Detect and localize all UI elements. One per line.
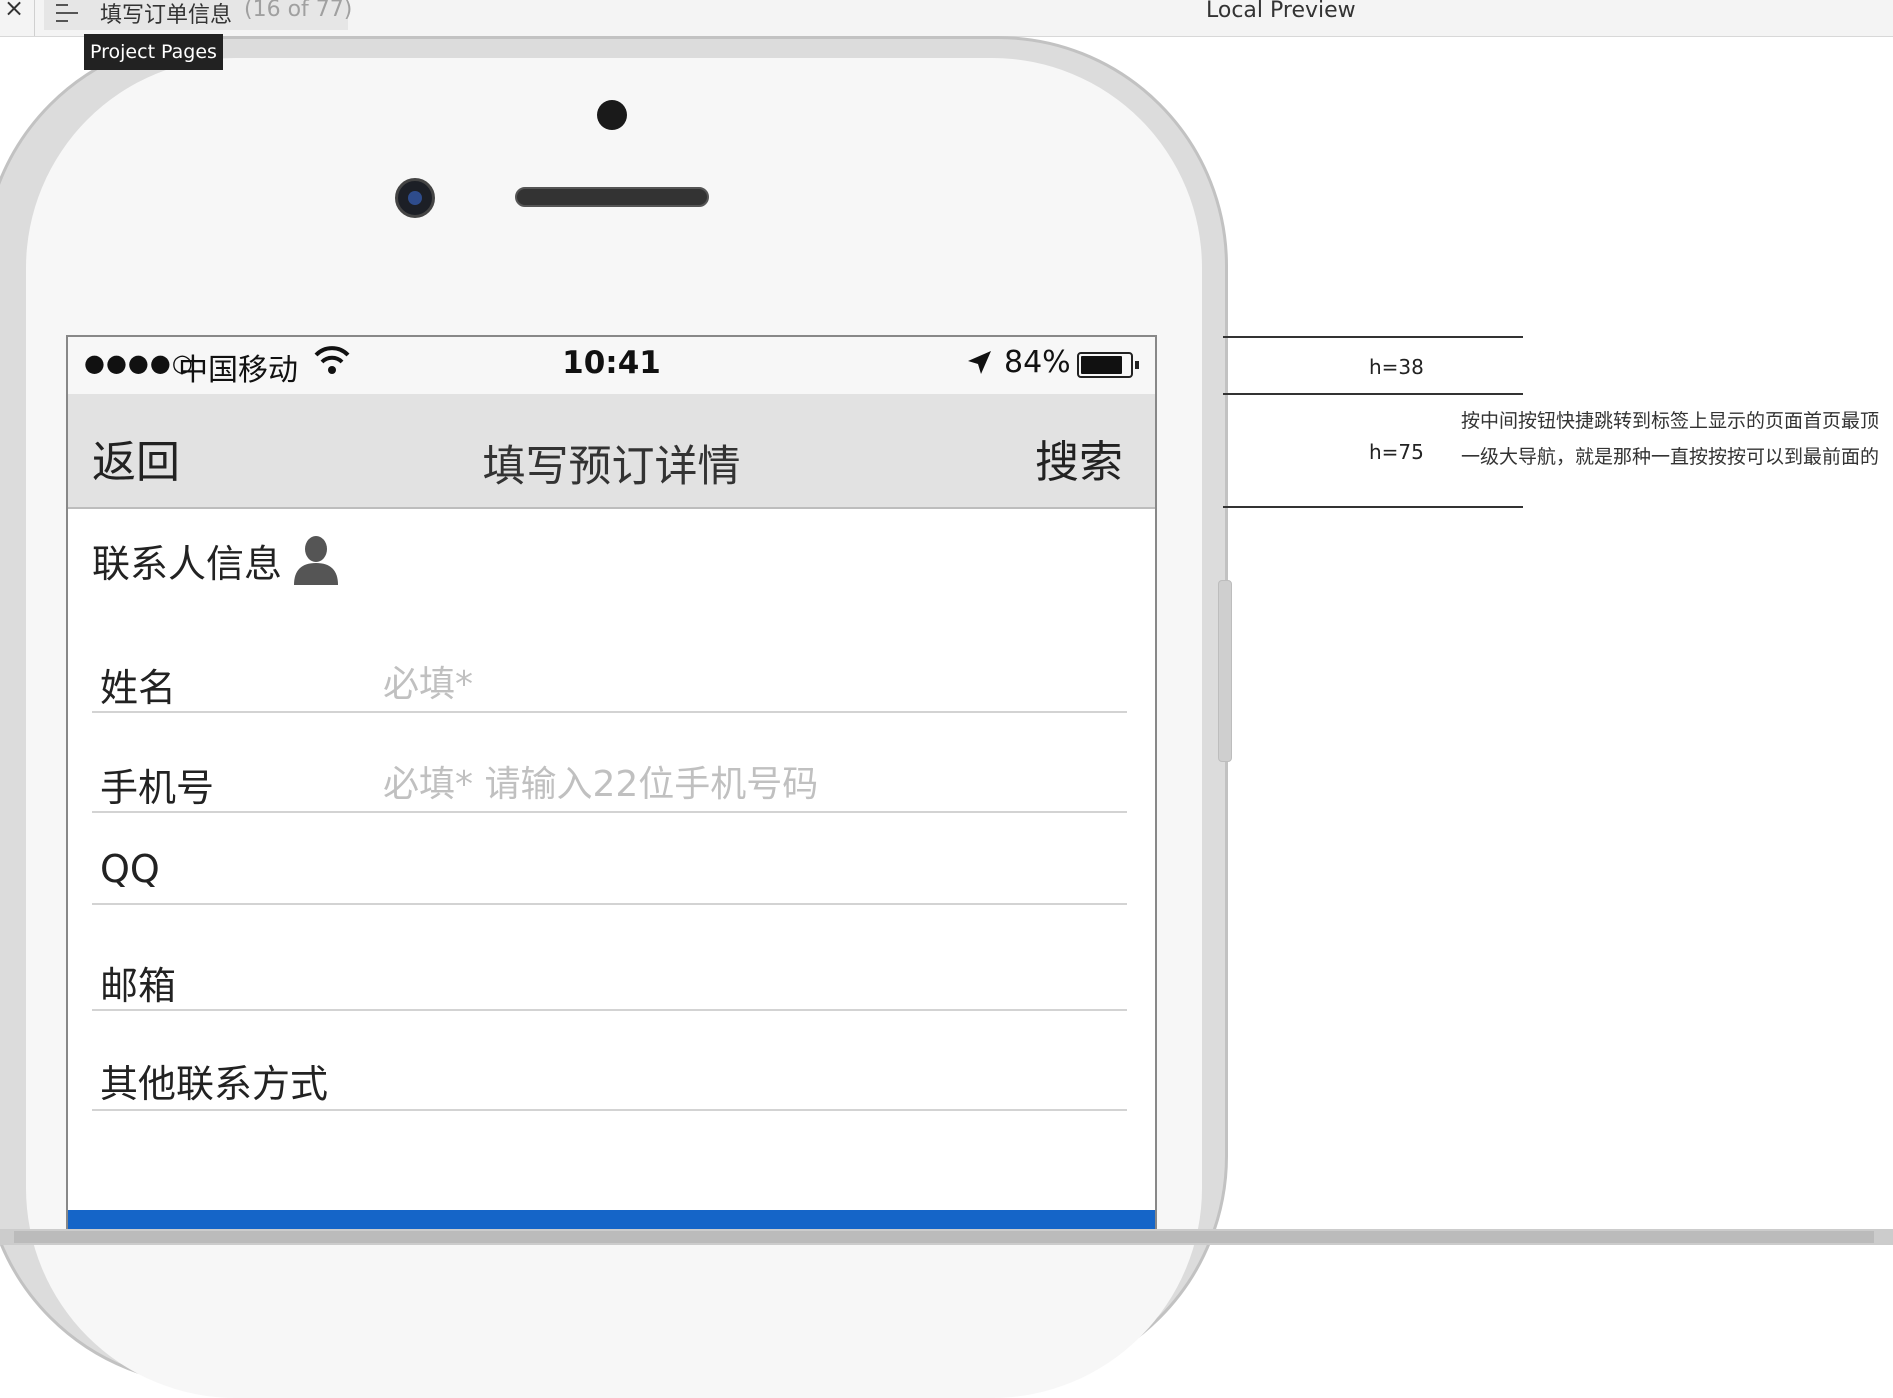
scrollbar-thumb[interactable]	[14, 1231, 1874, 1243]
person-icon[interactable]	[292, 533, 340, 585]
hamburger-icon[interactable]	[56, 4, 78, 28]
nav-bar: 返回 填写预订详情 搜索	[68, 394, 1155, 509]
field-label: QQ	[100, 847, 160, 891]
email-field[interactable]: 邮箱	[92, 937, 1127, 1011]
annotation-note: 一级大导航，就是那种一直按按按可以到最前面的	[1461, 446, 1880, 468]
name-field[interactable]: 姓名 必填*	[92, 635, 1127, 713]
phone-screen: ●●●●○ 中国移动 10:41 84% 返回 填写预订详情 搜索 联系人信息 …	[66, 335, 1157, 1245]
nav-height-label: h=75	[1369, 440, 1424, 464]
other-contact-field[interactable]: 其他联系方式	[92, 1037, 1127, 1111]
nav-title: 填写预订详情	[482, 442, 741, 492]
field-label: 姓名	[100, 666, 177, 710]
close-icon[interactable]: ×	[4, 0, 24, 20]
front-camera-icon	[395, 178, 435, 218]
window-title: Local Preview	[1206, 0, 1356, 23]
section-title: 联系人信息	[92, 542, 283, 586]
phone-speaker	[515, 187, 709, 207]
horizontal-scrollbar[interactable]	[0, 1229, 1893, 1245]
toolbar-divider	[34, 0, 35, 36]
battery-icon	[1077, 352, 1139, 378]
location-arrow-icon	[968, 351, 991, 374]
phone-field[interactable]: 手机号 必填* 请输入22位手机号码	[92, 735, 1127, 813]
preview-toolbar: × 填写订单信息 (16 of 77) Local Preview	[0, 0, 1893, 37]
field-label: 手机号	[100, 766, 215, 810]
field-label: 邮箱	[100, 964, 177, 1008]
annotation-line	[1223, 506, 1523, 508]
annotation-note: 按中间按钮快捷跳转到标签上显示的页面首页最顶	[1461, 410, 1880, 432]
field-placeholder[interactable]: 必填*	[383, 655, 473, 707]
annotation-line	[1223, 393, 1523, 395]
annotation-line	[1223, 336, 1523, 338]
page-title: 填写订单信息	[100, 3, 233, 28]
field-label: 其他联系方式	[100, 1062, 329, 1106]
field-placeholder[interactable]: 必填* 请输入22位手机号码	[383, 755, 818, 807]
project-pages-tooltip: Project Pages	[84, 34, 223, 70]
battery-percentage: 84%	[1004, 345, 1071, 380]
page-count: (16 of 77)	[244, 0, 353, 22]
phone-side-button	[1218, 580, 1232, 762]
status-bar: ●●●●○ 中国移动 10:41 84%	[68, 337, 1155, 394]
search-button[interactable]: 搜索	[1035, 426, 1123, 490]
qq-field[interactable]: QQ	[92, 835, 1127, 905]
phone-sensor	[597, 100, 627, 130]
page-selector[interactable]: 填写订单信息 (16 of 77)	[44, 0, 352, 30]
status-height-label: h=38	[1369, 355, 1424, 379]
